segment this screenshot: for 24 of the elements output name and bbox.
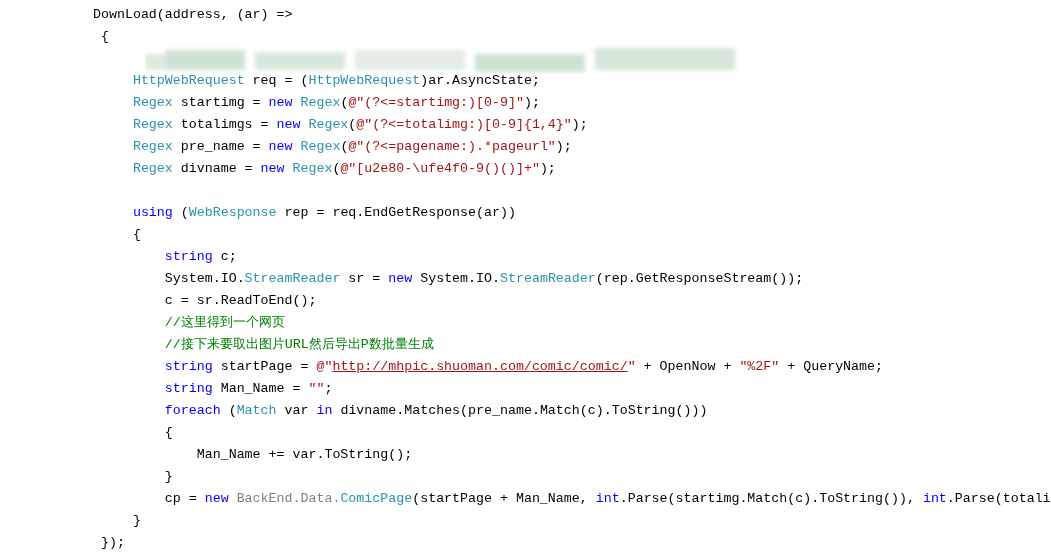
code-line: //接下来要取出图片URL然后导出P数批量生成 [163, 337, 434, 352]
code-line: Regex startimg = new Regex(@"(?<=startimg:)[0-9]"); [131, 95, 540, 110]
code-line: Man_Name += var.ToString(); [195, 447, 413, 462]
code-line: c = sr.ReadToEnd(); [163, 293, 317, 308]
code-line: { [163, 425, 173, 440]
code-line: string Man_Name = ""; [163, 381, 333, 396]
code-line: { [99, 29, 109, 44]
code-line: DownLoad(address, (ar) => [93, 7, 293, 22]
code-line: HttpWebRequest req = (HttpWebRequest)ar.AsyncState; [131, 73, 540, 88]
code-line: string c; [163, 249, 237, 264]
code-line: //这里得到一个网页 [163, 315, 285, 330]
code-line: } [131, 513, 141, 528]
code-line: cp = new BackEnd.Data.ComicPage(startPage + Man_Name, int.Parse(startimg.Match(c).ToString()), int.Parse(totali [163, 491, 1051, 506]
code-line: string startPage = @"http://mhpic.shuoman.com/comic/comic/" + OpenNow + "%2F" + QueryName; [163, 359, 883, 374]
code-line: }); [99, 535, 125, 550]
code-line: Regex divname = new Regex(@"[u2e80-\ufe4f0-9()()]+"); [131, 161, 556, 176]
code-line: System.IO.StreamReader sr = new System.IO.StreamReader(rep.GetResponseStream()); [163, 271, 804, 286]
code-line: foreach (Match var in divname.Matches(pre_name.Match(c).ToString())) [163, 403, 708, 418]
code-line: { [131, 227, 141, 242]
code-line: Regex totalimgs = new Regex(@"(?<=totalimg:)[0-9]{1,4}"); [131, 117, 588, 132]
code-line: using (WebResponse rep = req.EndGetResponse(ar)) [131, 205, 516, 220]
code-line: } [163, 469, 173, 484]
url-link[interactable]: http://mhpic.shuoman.com/comic/comic/ [332, 359, 628, 374]
code-line: Regex pre_name = new Regex(@"(?<=pagename:).*pageurl"); [131, 139, 572, 154]
